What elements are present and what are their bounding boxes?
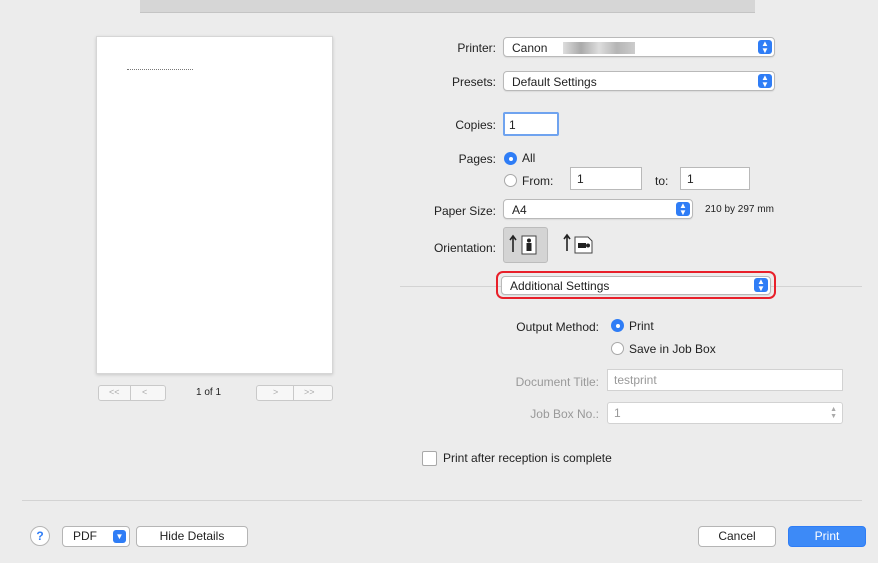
print-after-label: Print after reception is complete [443, 451, 612, 465]
previous-page-button[interactable]: < [142, 387, 147, 397]
output-save-job-box-radio[interactable] [611, 342, 624, 355]
pages-to-field[interactable]: 1 [680, 167, 750, 190]
output-print-radio[interactable] [611, 319, 624, 332]
section-popup[interactable]: Additional Settings ▲ ▼ [501, 276, 771, 295]
help-button[interactable]: ? [30, 526, 50, 546]
printer-value: Canon [512, 41, 548, 55]
page-indicator: 1 of 1 [196, 387, 222, 398]
job-box-label: Job Box No.: [530, 407, 599, 421]
printer-popup[interactable]: Canon ▲ ▼ [503, 37, 775, 57]
job-box-chevron-icon: ▲ ▼ [830, 406, 837, 420]
print-dialog: << < 1 of 1 > >> Printer: Canon ▲ ▼ Prese… [0, 0, 878, 563]
first-page-button[interactable]: << [109, 387, 120, 397]
pages-label: Pages: [458, 152, 496, 166]
paper-size-value: A4 [512, 203, 527, 217]
title-bar [140, 0, 755, 13]
pages-from-radio[interactable] [504, 174, 517, 187]
preview-first-prev-buttons: << < [98, 385, 166, 401]
output-print-label: Print [629, 319, 654, 333]
pages-to-value: 1 [687, 172, 694, 186]
page-preview [96, 36, 333, 374]
cancel-button[interactable]: Cancel [698, 526, 776, 547]
printer-label: Printer: [457, 41, 496, 55]
presets-popup-chevron-icon: ▲ ▼ [758, 74, 772, 89]
document-title-value: testprint [614, 373, 657, 387]
preview-text-line [127, 69, 193, 70]
orientation-landscape-button[interactable] [558, 227, 601, 261]
next-page-button[interactable]: > [273, 387, 278, 397]
section-popup-value: Additional Settings [510, 279, 610, 293]
output-method-label: Output Method: [516, 320, 599, 334]
portrait-orientation-icon [509, 234, 537, 255]
job-box-field[interactable]: 1 ▲ ▼ [607, 402, 843, 424]
paper-size-dimensions: 210 by 297 mm [705, 204, 774, 215]
print-button[interactable]: Print [788, 526, 866, 547]
document-title-field[interactable]: testprint [607, 369, 843, 391]
pages-from-label: From: [522, 174, 554, 188]
bottom-separator [22, 500, 862, 501]
presets-value: Default Settings [512, 75, 597, 89]
printer-name-redaction [563, 42, 635, 54]
paper-size-label: Paper Size: [433, 204, 496, 218]
printer-popup-chevron-icon: ▲ ▼ [758, 40, 772, 55]
copies-value: 1 [509, 118, 516, 132]
output-save-job-box-label: Save in Job Box [629, 342, 716, 356]
copies-field[interactable]: 1 [503, 112, 559, 136]
pages-all-label: All [522, 151, 536, 165]
pdf-button[interactable]: PDF ▼ [62, 526, 130, 547]
presets-label: Presets: [451, 75, 496, 89]
print-after-checkbox[interactable] [422, 451, 437, 466]
pages-to-label: to: [655, 174, 669, 188]
pdf-chevron-down-icon: ▼ [113, 530, 126, 543]
hide-details-button[interactable]: Hide Details [136, 526, 248, 547]
section-popup-chevron-icon: ▲ ▼ [754, 278, 768, 293]
last-page-button[interactable]: >> [304, 387, 315, 397]
pages-all-radio[interactable] [504, 152, 517, 165]
help-icon: ? [36, 529, 44, 543]
landscape-orientation-icon [563, 233, 593, 254]
orientation-portrait-button[interactable] [503, 227, 548, 263]
presets-popup[interactable]: Default Settings ▲ ▼ [503, 71, 775, 91]
pdf-label: PDF [73, 529, 97, 543]
job-box-value: 1 [614, 406, 621, 420]
paper-size-popup[interactable]: A4 ▲ ▼ [503, 199, 693, 219]
copies-label: Copies: [455, 118, 496, 132]
paper-size-chevron-icon: ▲ ▼ [676, 202, 690, 217]
orientation-label: Orientation: [433, 241, 496, 255]
pages-from-value: 1 [577, 172, 584, 186]
document-title-label: Document Title: [515, 375, 599, 389]
pages-from-field[interactable]: 1 [570, 167, 642, 190]
preview-next-last-buttons: > >> [256, 385, 333, 401]
